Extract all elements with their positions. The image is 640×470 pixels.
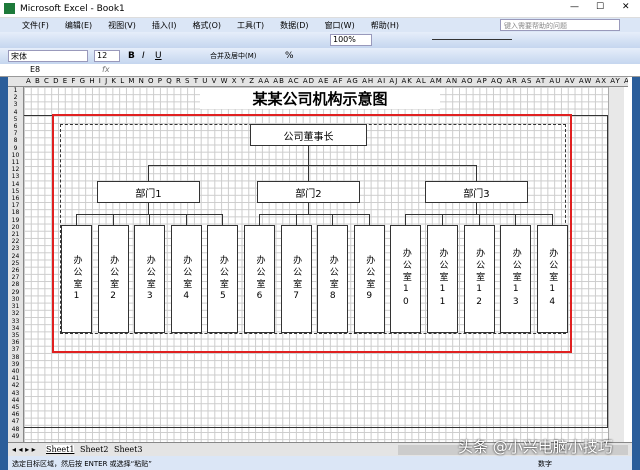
menu-item[interactable]: 编辑(E) [65, 21, 92, 30]
name-box[interactable]: E8 [30, 65, 40, 74]
office-label: 办公室10 [400, 248, 411, 310]
office-label: 办公室1 [71, 254, 82, 304]
office-label: 办公室7 [291, 254, 302, 304]
tab-sheet3[interactable]: Sheet3 [114, 445, 142, 454]
connector-line [222, 214, 224, 225]
status-message: 选定目标区域，然后按 ENTER 或选择“粘贴” [12, 460, 152, 468]
office-label: 办公室13 [510, 248, 521, 310]
office-label: 办公室8 [327, 254, 338, 304]
connector-line [76, 214, 77, 225]
office-box: 办公室4 [170, 225, 202, 333]
office-label: 办公室11 [437, 248, 448, 310]
connector-line [368, 214, 370, 225]
watermark: 头条 @小兴电脑小技巧 [458, 438, 613, 456]
percent-button[interactable]: % [285, 51, 294, 61]
formula-bar: E8 fx [0, 64, 640, 77]
help-search-input[interactable]: 键入需要帮助的问题 [500, 19, 620, 31]
font-size-select[interactable]: 12 [94, 50, 120, 62]
worksheet: A B C D E F G H I J K L M N O P Q R S T … [8, 77, 632, 442]
connector-line [259, 214, 369, 215]
office-box: 办公室8 [317, 225, 349, 333]
standard-toolbar: 100% [0, 32, 640, 48]
formatting-toolbar: 宋体 12 B I U 合并及居中(M) % [0, 48, 640, 64]
office-box: 办公室13 [500, 225, 532, 333]
connector-line [551, 214, 553, 225]
office-label: 办公室9 [364, 254, 375, 304]
menu-item[interactable]: 视图(V) [108, 21, 136, 30]
department-box: 部门3 [425, 181, 528, 203]
connector-line [476, 203, 477, 214]
office-box: 办公室1 [61, 225, 92, 333]
title-bar: Microsoft Excel - Book1 — ☐ ✕ [0, 0, 640, 18]
italic-button[interactable]: I [142, 51, 145, 61]
department-box: 部门1 [97, 181, 200, 203]
office-box: 办公室11 [427, 225, 458, 333]
window-title: Microsoft Excel - Book1 [20, 4, 125, 14]
close-button[interactable]: ✕ [622, 2, 630, 12]
office-box: 办公室10 [390, 225, 422, 333]
menu-item[interactable]: 格式(O) [192, 21, 221, 30]
fx-icon[interactable]: fx [102, 65, 110, 74]
line-style-select[interactable] [432, 39, 512, 40]
office-box: 办公室9 [353, 225, 385, 333]
connector-line [308, 165, 309, 181]
excel-icon [4, 3, 15, 14]
minimize-button[interactable]: — [570, 2, 579, 12]
font-select[interactable]: 宋体 [8, 50, 88, 62]
office-label: 办公室12 [474, 248, 485, 310]
office-label: 办公室5 [217, 254, 228, 304]
office-label: 办公室14 [547, 248, 558, 310]
connector-line [148, 165, 149, 181]
connector-line [295, 214, 297, 225]
merge-center-button[interactable]: 合并及居中(M) [210, 51, 257, 61]
maximize-button[interactable]: ☐ [596, 2, 604, 12]
connector-line [442, 214, 443, 225]
office-label: 办公室4 [181, 254, 192, 304]
connector-line [478, 214, 480, 225]
org-chart: 某某公司机构示意图 公司董事长部门1 办公室1 办公室2 办公室3 办公室4 办公室5 部门… [8, 77, 632, 442]
menu-item[interactable]: 数据(D) [280, 21, 308, 30]
office-box: 办公室5 [207, 225, 239, 333]
office-box: 办公室3 [134, 225, 166, 333]
office-label: 办公室2 [108, 254, 119, 304]
connector-line [259, 214, 260, 225]
tab-nav-icon[interactable]: ◂ ◂ ▸ ▸ [12, 445, 36, 454]
connector-line [149, 214, 151, 225]
underline-button[interactable]: U [155, 51, 162, 61]
connector-line [515, 214, 517, 225]
connector-line [308, 146, 309, 165]
menu-item[interactable]: 窗口(W) [325, 21, 355, 30]
department-box: 部门2 [257, 181, 360, 203]
connector-line [332, 214, 334, 225]
office-label: 办公室6 [254, 254, 265, 304]
status-bar: 选定目标区域，然后按 ENTER 或选择“粘贴” 数字 [8, 456, 632, 470]
chart-title: 某某公司机构示意图 [200, 88, 440, 109]
office-box: 办公室12 [463, 225, 495, 333]
connector-line [148, 203, 149, 214]
office-box: 办公室6 [244, 225, 275, 333]
menu-item[interactable]: 插入(I) [152, 21, 177, 30]
connector-line [112, 214, 114, 225]
office-label: 办公室3 [144, 254, 155, 304]
menu-item[interactable]: 工具(T) [237, 21, 264, 30]
connector-line [148, 165, 477, 166]
connector-line [476, 165, 477, 181]
bold-button[interactable]: B [128, 51, 135, 61]
status-mode: 数字 [538, 460, 552, 468]
tab-sheet2[interactable]: Sheet2 [80, 445, 108, 454]
menu-item[interactable]: 帮助(H) [371, 21, 399, 30]
office-box: 办公室2 [97, 225, 129, 333]
menu-item[interactable]: 文件(F) [22, 21, 49, 30]
office-box: 办公室7 [280, 225, 312, 333]
tab-sheet1[interactable]: Sheet1 [46, 445, 75, 454]
connector-line [185, 214, 187, 225]
zoom-select[interactable]: 100% [330, 34, 372, 46]
connector-line [308, 203, 309, 214]
connector-line [405, 214, 407, 225]
office-box: 办公室14 [536, 225, 568, 333]
root-box: 公司董事长 [250, 124, 367, 146]
